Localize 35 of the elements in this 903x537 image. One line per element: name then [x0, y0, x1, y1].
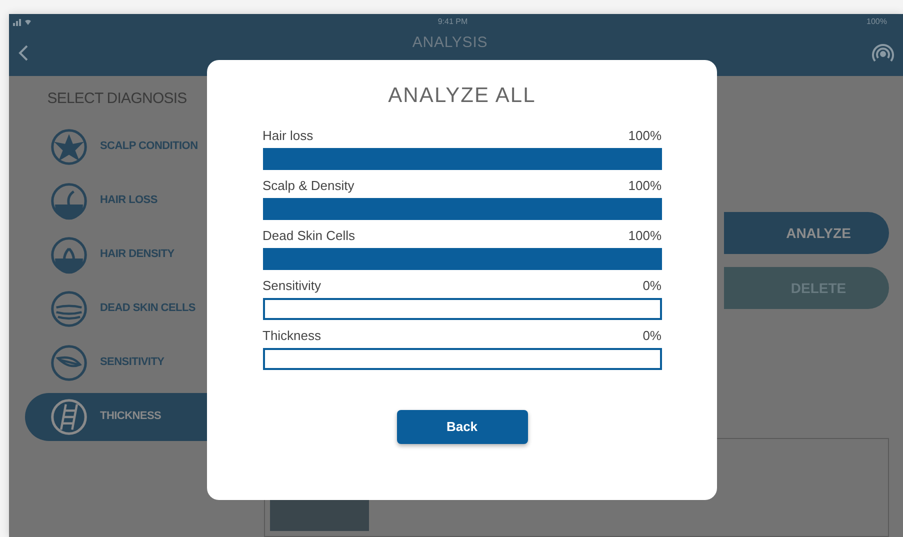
diagnosis-icon — [50, 398, 88, 436]
diagnosis-item[interactable]: HAIR LOSS — [25, 176, 209, 224]
battery-level: 100% — [866, 16, 888, 28]
back-button[interactable]: Back — [396, 410, 528, 444]
diagnosis-label: HAIR DENSITY — [100, 247, 174, 262]
diagnosis-item[interactable]: HAIR DENSITY — [25, 230, 209, 278]
progress-percent: 100% — [628, 228, 662, 244]
diagnosis-icon — [50, 290, 88, 328]
action-button[interactable]: ANALYZE — [724, 212, 889, 254]
diagnosis-item[interactable]: SCALP CONDITION — [25, 122, 209, 170]
diagnosis-label: HAIR LOSS — [100, 193, 158, 208]
progress-percent: 100% — [628, 178, 662, 194]
progress-label: Sensitivity — [262, 278, 322, 294]
diagnosis-icon — [50, 128, 88, 166]
progress-percent: 100% — [628, 128, 662, 144]
progress-label: Thickness — [262, 328, 322, 344]
progress-label: Dead Skin Cells — [262, 228, 355, 244]
diagnosis-icon — [50, 182, 88, 220]
diagnosis-icon — [50, 236, 88, 274]
diagnosis-icon — [50, 344, 88, 382]
progress-percent: 0% — [642, 328, 662, 344]
status-time: 9:41 PM — [438, 16, 468, 28]
diagnosis-item[interactable]: THICKNESS — [25, 392, 209, 440]
diagnosis-item[interactable]: DEAD SKIN CELLS — [25, 284, 209, 332]
progress-percent: 0% — [642, 278, 662, 294]
dialog-title: ANALYZE ALL — [388, 83, 536, 109]
sidebar-title: SELECT DIAGNOSIS — [47, 89, 187, 109]
diagnosis-label: DEAD SKIN CELLS — [100, 301, 196, 316]
diagnosis-label: SCALP CONDITION — [100, 139, 198, 154]
diagnosis-label: THICKNESS — [100, 409, 162, 424]
diagnosis-label: SENSITIVITY — [100, 355, 164, 370]
progress-label: Hair loss — [262, 128, 314, 144]
diagnosis-item[interactable]: SENSITIVITY — [25, 338, 209, 386]
screen-title: ANALYSIS — [412, 32, 488, 53]
progress-label: Scalp & Density — [262, 178, 354, 194]
